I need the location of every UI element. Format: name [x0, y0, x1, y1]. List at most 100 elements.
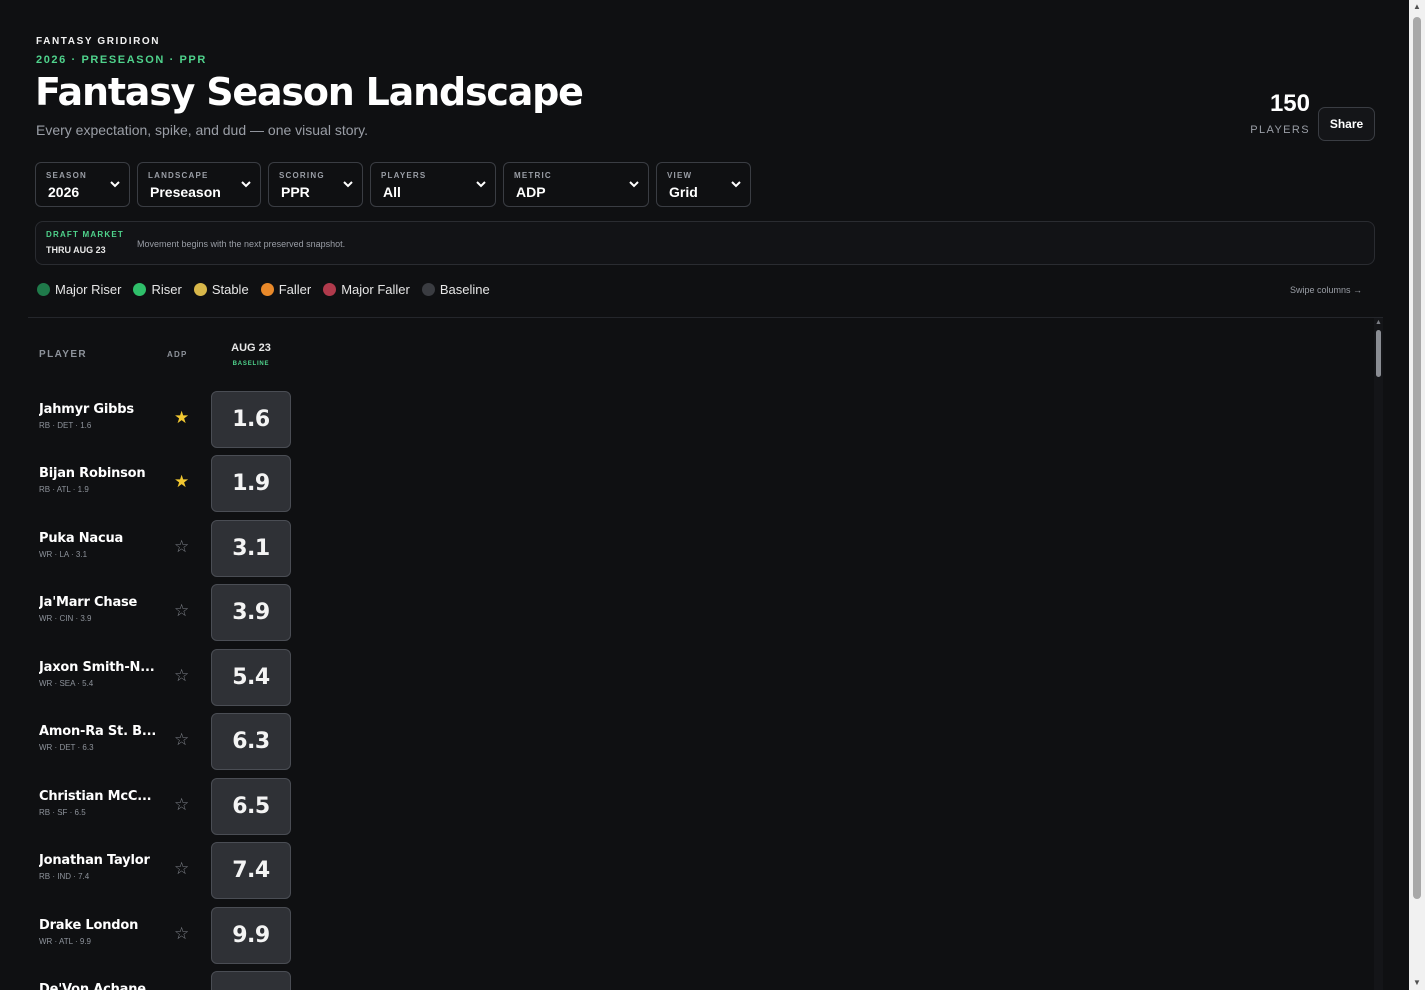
player-meta: WR · DET · 6.3 — [39, 743, 94, 752]
player-meta: WR · LA · 3.1 — [39, 550, 88, 559]
grid-scrollbar-thumb[interactable] — [1376, 330, 1381, 377]
star-outline-icon[interactable]: ☆ — [174, 795, 189, 815]
legend-label: Major Faller — [341, 281, 410, 297]
season-select[interactable]: SEASON 2026 — [35, 162, 130, 207]
adp-cell[interactable]: 6.5 — [211, 778, 291, 835]
draft-market-label: DRAFT MARKET — [46, 230, 124, 239]
date-column-header: AUG 23 — [231, 342, 271, 354]
player-grid: PLAYER ADP AUG 23 BASELINE Jahmyr Gibbs … — [28, 318, 1383, 990]
legend-dot — [260, 282, 274, 296]
player-name: Bijan Robinson — [39, 466, 146, 481]
chevron-down-icon — [343, 181, 353, 188]
scoring-select-label: SCORING — [279, 171, 325, 180]
draft-market-banner: DRAFT MARKET THRU AUG 23 Movement begins… — [35, 221, 1375, 265]
star-outline-icon[interactable]: ☆ — [174, 859, 189, 879]
swipe-columns-hint: Swipe columns → — [1290, 285, 1363, 295]
player-column-header: PLAYER — [39, 349, 88, 360]
legend-dot — [421, 282, 435, 296]
landscape-select-label: LANDSCAPE — [148, 171, 209, 180]
metric-select-value: ADP — [516, 184, 546, 200]
player-meta: RB · IND · 7.4 — [39, 872, 90, 881]
star-outline-icon[interactable]: ☆ — [174, 924, 189, 944]
legend-dot — [37, 282, 50, 296]
adp-column-header: ADP — [167, 350, 188, 359]
player-name: Drake London — [39, 918, 139, 933]
player-row[interactable]: Jahmyr Gibbs RB · DET · 1.6 ★ 1.6 — [28, 390, 328, 448]
legend-label: Faller — [278, 281, 312, 297]
legend-label: Riser — [151, 281, 182, 297]
season-select-value: 2026 — [48, 184, 80, 200]
scoring-select[interactable]: SCORING PPR — [268, 162, 363, 207]
player-name: Amon-Ra St. B... — [39, 724, 157, 739]
legend-dot — [133, 282, 147, 296]
legend-dot — [323, 282, 337, 296]
legend-item-major-faller: Major Faller — [323, 282, 410, 297]
chevron-down-icon — [476, 181, 486, 188]
adp-cell[interactable]: 9.9 — [211, 907, 291, 964]
star-outline-icon[interactable]: ☆ — [174, 666, 189, 686]
legend-item-major-riser: Major Riser — [37, 282, 121, 297]
scoring-select-value: PPR — [281, 184, 310, 200]
player-row[interactable]: De'Von Achane ☆ — [28, 970, 328, 990]
player-row[interactable]: Amon-Ra St. B... WR · DET · 6.3 ☆ 6.3 — [28, 712, 328, 770]
season-eyebrow: 2026 · PRESEASON · PPR — [36, 54, 207, 66]
player-name: Puka Nacua — [39, 531, 124, 546]
chevron-down-icon — [241, 181, 251, 188]
player-row[interactable]: Christian McC... RB · SF · 6.5 ☆ 6.5 — [28, 777, 328, 835]
player-meta: RB · ATL · 1.9 — [39, 485, 89, 494]
star-outline-icon[interactable]: ☆ — [174, 730, 189, 750]
page-scrollbar[interactable]: ▲ ▼ — [1409, 0, 1425, 990]
players-select-value: All — [383, 184, 401, 200]
star-outline-icon[interactable]: ☆ — [174, 537, 189, 557]
player-name: Jonathan Taylor — [39, 853, 150, 868]
player-name: Jahmyr Gibbs — [39, 402, 134, 417]
page-subtitle: Every expectation, spike, and dud — one … — [36, 122, 369, 138]
landscape-select[interactable]: LANDSCAPE Preseason — [137, 162, 261, 207]
adp-cell[interactable]: 7.4 — [211, 842, 291, 899]
adp-cell[interactable]: 3.9 — [211, 584, 291, 641]
player-name: Jaxon Smith-N... — [39, 660, 155, 675]
adp-cell[interactable]: 1.9 — [211, 455, 291, 512]
scroll-down-icon[interactable]: ▼ — [1409, 976, 1425, 990]
player-row[interactable]: Drake London WR · ATL · 9.9 ☆ 9.9 — [28, 906, 328, 964]
page: FANTASY GRIDIRON 2026 · PRESEASON · PPR … — [0, 0, 1409, 990]
adp-cell[interactable]: 1.6 — [211, 391, 291, 448]
legend-item-baseline: Baseline — [421, 281, 490, 297]
player-count: 150 — [1269, 90, 1310, 117]
star-outline-icon[interactable]: ☆ — [174, 601, 189, 621]
player-meta: WR · CIN · 3.9 — [39, 614, 92, 623]
scroll-up-icon[interactable]: ▲ — [1374, 318, 1383, 328]
view-select-value: Grid — [669, 184, 698, 200]
page-scrollbar-thumb[interactable] — [1413, 17, 1421, 899]
player-row[interactable]: Jaxon Smith-N... WR · SEA · 5.4 ☆ 5.4 — [28, 648, 328, 706]
view-select[interactable]: VIEW Grid — [656, 162, 751, 207]
metric-select[interactable]: METRIC ADP — [503, 162, 649, 207]
player-meta: RB · DET · 1.6 — [39, 421, 92, 430]
legend-item-faller: Faller — [260, 281, 312, 297]
scroll-up-icon[interactable]: ▲ — [1409, 0, 1425, 14]
player-row[interactable]: Bijan Robinson RB · ATL · 1.9 ★ 1.9 — [28, 454, 328, 512]
player-name: Ja'Marr Chase — [39, 595, 138, 610]
share-button[interactable]: Share — [1318, 107, 1375, 141]
season-select-label: SEASON — [46, 171, 87, 180]
star-icon[interactable]: ★ — [174, 408, 189, 428]
star-icon[interactable]: ★ — [174, 472, 189, 492]
page-title: Fantasy Season Landscape — [35, 70, 584, 114]
adp-cell[interactable]: 3.1 — [211, 520, 291, 577]
grid-scrollbar[interactable]: ▲ — [1374, 318, 1383, 990]
adp-cell[interactable] — [211, 971, 291, 990]
players-select[interactable]: PLAYERS All — [370, 162, 496, 207]
player-count-label: PLAYERS — [1250, 124, 1310, 136]
player-row[interactable]: Ja'Marr Chase WR · CIN · 3.9 ☆ 3.9 — [28, 583, 328, 641]
legend-label: Baseline — [439, 281, 490, 297]
player-row[interactable]: Puka Nacua WR · LA · 3.1 ☆ 3.1 — [28, 519, 328, 577]
baseline-tag: BASELINE — [232, 361, 270, 367]
adp-cell[interactable]: 5.4 — [211, 649, 291, 706]
landscape-select-value: Preseason — [150, 184, 221, 200]
legend: Major Riser Riser Stable Faller Major Fa… — [37, 281, 502, 297]
legend-dot — [193, 282, 207, 296]
player-row[interactable]: Jonathan Taylor RB · IND · 7.4 ☆ 7.4 — [28, 841, 328, 899]
brand-name: FANTASY GRIDIRON — [36, 36, 161, 47]
chevron-down-icon — [110, 181, 120, 188]
adp-cell[interactable]: 6.3 — [211, 713, 291, 770]
